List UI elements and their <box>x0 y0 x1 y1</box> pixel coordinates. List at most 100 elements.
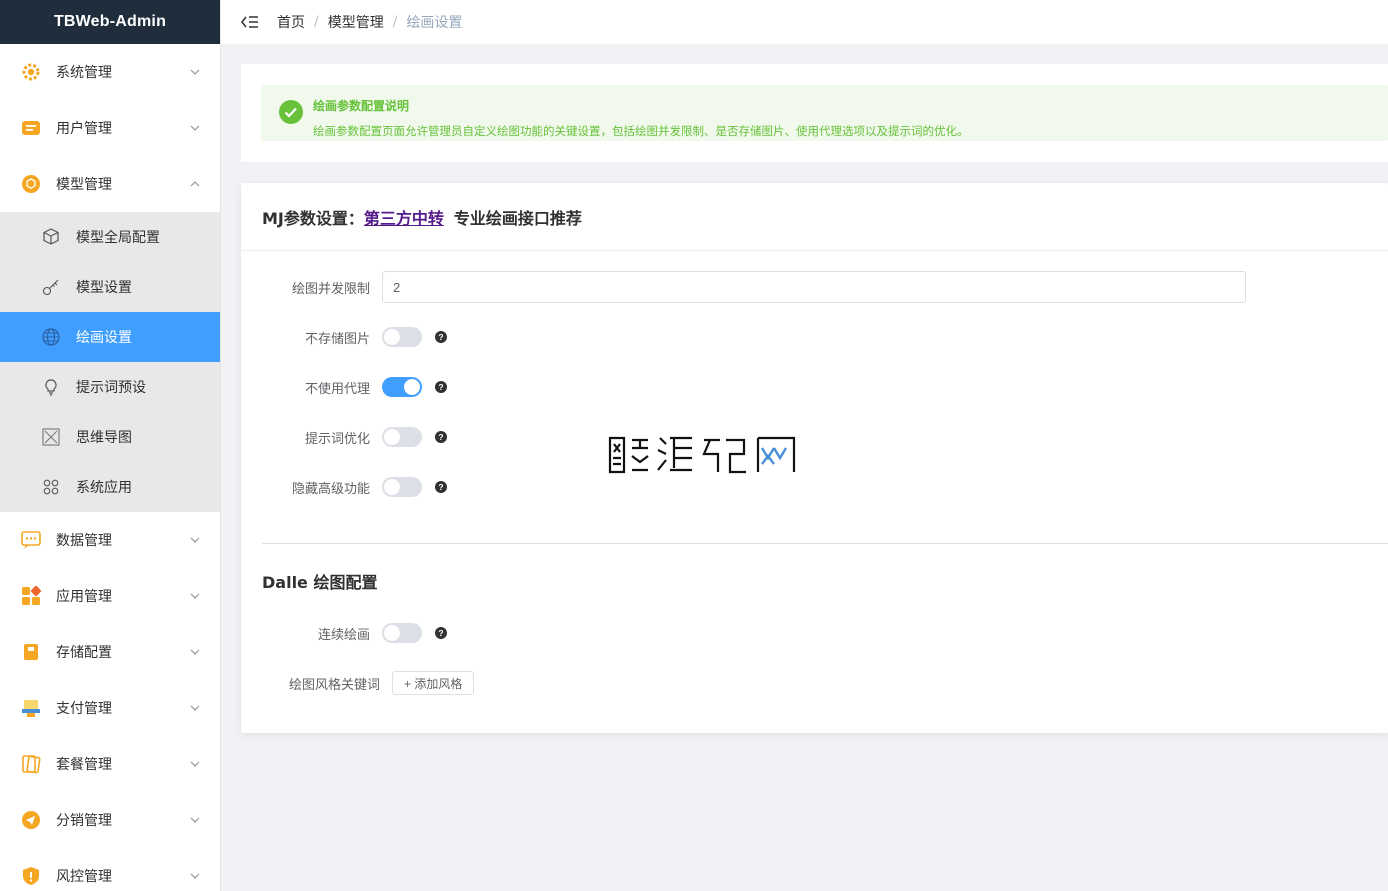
help-icon[interactable]: ? <box>435 627 447 639</box>
breadcrumb-separator: / <box>392 14 398 30</box>
main-content: 绘画参数配置说明 绘画参数配置页面允许管理员自定义绘图功能的关键设置，包括绘图并… <box>241 64 1388 733</box>
breadcrumb-home[interactable]: 首页 <box>277 12 305 32</box>
switch-knob <box>384 479 400 495</box>
help-icon[interactable]: ? <box>435 381 447 393</box>
apps-grid-icon <box>40 476 62 498</box>
drawing-settings-card: MJ参数设置： 第三方中转 专业绘画接口推荐 绘图并发限制 不存储图片 ? 不使… <box>241 183 1388 733</box>
breadcrumb-models[interactable]: 模型管理 <box>328 12 384 32</box>
chevron-down-icon <box>190 647 200 657</box>
mj-header-suffix: 专业绘画接口推荐 <box>453 208 582 228</box>
sidebar-item-payment[interactable]: 支付管理 <box>0 680 220 736</box>
sidebar-subitem-model-settings[interactable]: 模型设置 <box>0 262 220 312</box>
gear-icon <box>20 61 42 83</box>
sidebar-item-models[interactable]: 模型管理 <box>0 156 220 212</box>
help-icon[interactable]: ? <box>435 431 447 443</box>
mj-form: 绘图并发限制 不存储图片 ? 不使用代理 ? 提示词优化 ? 隐藏高级功能 <box>241 251 1388 699</box>
send-icon <box>20 809 42 831</box>
success-alert: 绘画参数配置说明 绘画参数配置页面允许管理员自定义绘图功能的关键设置，包括绘图并… <box>261 85 1388 141</box>
form-row-style-keywords: 绘图风格关键词 + 添加风格 <box>241 667 1388 699</box>
payment-icon <box>20 697 42 719</box>
breadcrumb-current: 绘画设置 <box>406 15 463 31</box>
user-card-icon <box>20 117 42 139</box>
sidebar-item-label: 支付管理 <box>56 701 112 717</box>
chevron-down-icon <box>190 871 200 881</box>
submenu-models: 模型全局配置 模型设置 绘画设置 提示词预设 思维导图 系统应用 <box>0 212 220 512</box>
breadcrumb-separator: / <box>314 14 319 30</box>
svg-text:?: ? <box>438 628 443 638</box>
key-icon <box>40 276 62 298</box>
third-party-relay-link[interactable]: 第三方中转 <box>364 205 444 229</box>
chevron-down-icon <box>190 123 200 133</box>
sidebar-subitem-system-apps[interactable]: 系统应用 <box>0 462 220 512</box>
watermark-logo-icon <box>608 436 796 474</box>
sidebar-item-users[interactable]: 用户管理 <box>0 100 220 156</box>
sidebar-subitem-drawing-settings[interactable]: 绘画设置 <box>0 312 220 362</box>
sidebar-item-risk[interactable]: 风控管理 <box>0 848 220 891</box>
sidebar-item-packages[interactable]: 套餐管理 <box>0 736 220 792</box>
mj-header-title: MJ参数设置： <box>262 208 364 228</box>
app-logo-title: TBWeb-Admin <box>0 0 220 44</box>
form-row-prompt-opt: 提示词优化 ? <box>241 421 1388 453</box>
mindmap-icon <box>40 426 62 448</box>
storage-icon <box>20 641 42 663</box>
shield-icon <box>20 865 42 887</box>
form-row-concurrency: 绘图并发限制 <box>241 271 1388 303</box>
section-divider <box>262 543 1388 544</box>
chevron-down-icon <box>190 815 200 825</box>
sidebar-subitem-label: 系统应用 <box>76 480 132 496</box>
continuous-switch[interactable] <box>382 623 422 643</box>
switch-knob <box>384 625 400 641</box>
sidebar-item-label: 风控管理 <box>56 869 112 885</box>
no-store-label: 不存储图片 <box>304 331 370 347</box>
sidebar-subitem-label: 思维导图 <box>76 430 132 446</box>
collapse-menu-icon[interactable] <box>241 13 259 31</box>
package-card-icon <box>20 753 42 775</box>
chevron-down-icon <box>190 759 200 769</box>
check-circle-icon <box>279 100 303 124</box>
help-icon[interactable]: ? <box>435 481 447 493</box>
sidebar-item-storage[interactable]: 存储配置 <box>0 624 220 680</box>
sidebar-item-label: 应用管理 <box>56 589 112 605</box>
switch-knob <box>384 429 400 445</box>
chevron-down-icon <box>190 591 200 601</box>
sidebar-item-data[interactable]: 数据管理 <box>0 512 220 568</box>
sidebar-subitem-mindmap[interactable]: 思维导图 <box>0 412 220 462</box>
sidebar-item-system[interactable]: 系统管理 <box>0 44 220 100</box>
switch-knob <box>404 379 420 395</box>
form-row-no-proxy: 不使用代理 ? <box>241 371 1388 403</box>
globe-icon <box>40 326 62 348</box>
no-proxy-switch[interactable] <box>382 377 422 397</box>
add-style-button[interactable]: + 添加风格 <box>392 671 475 695</box>
sidebar-item-label: 数据管理 <box>56 533 112 549</box>
sidebar-item-label: 模型管理 <box>56 177 112 193</box>
concurrency-label: 绘图并发限制 <box>291 281 370 297</box>
hide-adv-switch[interactable] <box>382 477 422 497</box>
svg-text:?: ? <box>438 482 443 492</box>
sidebar-subitem-model-global[interactable]: 模型全局配置 <box>0 212 220 262</box>
topbar: 首页 / 模型管理 / 绘画设置 <box>221 0 1388 44</box>
svg-text:?: ? <box>438 432 443 442</box>
lightbulb-icon <box>40 376 62 398</box>
chat-data-icon <box>20 529 42 551</box>
hide-adv-label: 隐藏高级功能 <box>291 481 370 497</box>
notice-card: 绘画参数配置说明 绘画参数配置页面允许管理员自定义绘图功能的关键设置，包括绘图并… <box>241 64 1388 162</box>
sidebar-item-distribution[interactable]: 分销管理 <box>0 792 220 848</box>
cube-icon <box>40 226 62 248</box>
sidebar-item-label: 分销管理 <box>56 813 112 829</box>
sidebar-item-label: 存储配置 <box>56 645 112 661</box>
sidebar-subitem-prompt-presets[interactable]: 提示词预设 <box>0 362 220 412</box>
sidebar-item-label: 套餐管理 <box>56 757 112 773</box>
breadcrumb: 首页 / 模型管理 / 绘画设置 <box>277 12 462 32</box>
sidebar-item-label: 用户管理 <box>56 121 112 137</box>
sidebar-subitem-label: 模型全局配置 <box>76 230 160 246</box>
sidebar-subitem-label: 模型设置 <box>76 280 132 296</box>
sidebar-item-apps[interactable]: 应用管理 <box>0 568 220 624</box>
sidebar-subitem-label: 绘画设置 <box>76 330 132 346</box>
no-store-switch[interactable] <box>382 327 422 347</box>
chevron-down-icon <box>190 703 200 713</box>
svg-text:?: ? <box>438 382 443 392</box>
concurrency-input[interactable] <box>382 271 1246 303</box>
help-icon[interactable]: ? <box>435 331 447 343</box>
app-blocks-icon <box>20 585 42 607</box>
prompt-opt-switch[interactable] <box>382 427 422 447</box>
